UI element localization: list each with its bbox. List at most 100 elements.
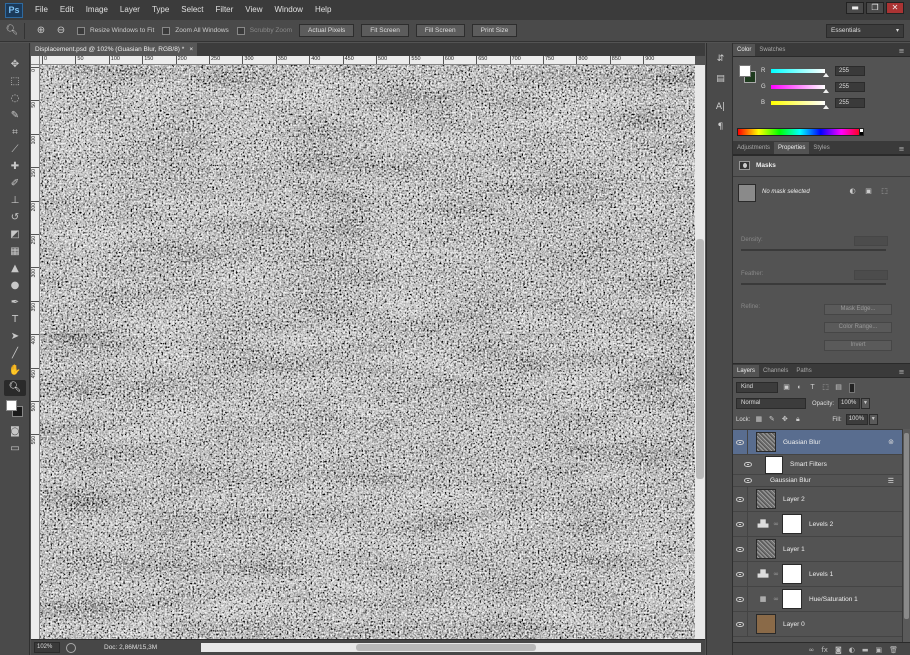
- add-pixel-mask-icon[interactable]: ▣: [863, 187, 874, 197]
- menu-view[interactable]: View: [239, 0, 268, 20]
- layer-row-layer-0[interactable]: Layer 0: [733, 612, 902, 637]
- green-slider[interactable]: [771, 85, 825, 89]
- add-mask-icon[interactable]: ◙: [835, 646, 842, 654]
- layer-row-levels-1[interactable]: ▟▙ ∞ Levels 1: [733, 562, 902, 587]
- restore-button[interactable]: ❐: [866, 2, 884, 14]
- layer-name[interactable]: Guasian Blur: [783, 439, 821, 446]
- horizontal-scrollbar[interactable]: [201, 643, 701, 652]
- blue-slider[interactable]: [771, 101, 825, 105]
- layer-name[interactable]: Levels 1: [809, 571, 833, 578]
- close-button[interactable]: ✕: [886, 2, 904, 14]
- character-panel-icon[interactable]: A|: [711, 99, 730, 115]
- blend-mode-select[interactable]: Normal: [736, 398, 806, 409]
- document-tab[interactable]: Displacement.psd @ 102% (Guasian Blur, R…: [31, 43, 198, 56]
- blur-tool-icon[interactable]: ▲: [4, 261, 26, 277]
- tab-channels[interactable]: Channels: [759, 365, 792, 377]
- scrollbar-thumb[interactable]: [356, 644, 536, 651]
- tab-styles[interactable]: Styles: [809, 142, 833, 154]
- dodge-tool-icon[interactable]: ●: [4, 278, 26, 294]
- slider-thumb[interactable]: [823, 73, 829, 77]
- new-adjustment-icon[interactable]: ◐: [849, 646, 855, 654]
- quick-mask-icon[interactable]: ◙: [4, 424, 26, 440]
- menu-file[interactable]: File: [29, 0, 54, 20]
- zoom-tool-icon[interactable]: 🔍︎: [4, 380, 26, 396]
- smart-object-filter-icon[interactable]: ▤: [834, 383, 843, 392]
- type-filter-icon[interactable]: T: [808, 383, 817, 392]
- scrubby-zoom-checkbox[interactable]: Scrubby Zoom: [236, 26, 292, 35]
- document-canvas[interactable]: [40, 65, 695, 639]
- black-white-ramp[interactable]: [859, 128, 864, 136]
- lasso-tool-icon[interactable]: ◌: [4, 91, 26, 107]
- add-vector-mask-icon[interactable]: ⬚: [879, 187, 890, 197]
- paragraph-panel-icon[interactable]: ¶: [711, 119, 730, 135]
- fit-screen-button[interactable]: Fit Screen: [361, 24, 409, 37]
- visibility-eye-icon[interactable]: [733, 452, 763, 477]
- history-brush-tool-icon[interactable]: ↺: [4, 210, 26, 226]
- menu-layer[interactable]: Layer: [114, 0, 146, 20]
- slider-thumb[interactable]: [823, 105, 829, 109]
- color-spectrum[interactable]: [737, 128, 863, 136]
- menu-image[interactable]: Image: [80, 0, 114, 20]
- path-selection-tool-icon[interactable]: ➤: [4, 329, 26, 345]
- brush-tool-icon[interactable]: ✐: [4, 176, 26, 192]
- red-value[interactable]: 255: [835, 66, 865, 76]
- status-info-icon[interactable]: [66, 642, 76, 653]
- visibility-eye-icon[interactable]: [733, 537, 747, 562]
- menu-type[interactable]: Type: [146, 0, 175, 20]
- layer-row-layer-1[interactable]: Layer 1: [733, 537, 902, 562]
- gradient-tool-icon[interactable]: ▦: [4, 244, 26, 260]
- layer-row-levels-2[interactable]: ▟▙ ∞ Levels 2: [733, 512, 902, 537]
- menu-window[interactable]: Window: [269, 0, 309, 20]
- visibility-eye-icon[interactable]: [733, 475, 763, 487]
- blue-value[interactable]: 255: [835, 98, 865, 108]
- panel-menu-icon[interactable]: ≡: [897, 368, 906, 377]
- tab-swatches[interactable]: Swatches: [755, 44, 789, 56]
- type-tool-icon[interactable]: T: [4, 312, 26, 328]
- visibility-eye-icon[interactable]: [733, 562, 747, 587]
- delete-layer-icon[interactable]: 🗑︎: [889, 646, 898, 654]
- tab-paths[interactable]: Paths: [792, 365, 815, 377]
- actual-pixels-button[interactable]: Actual Pixels: [299, 24, 355, 37]
- tab-adjustments[interactable]: Adjustments: [733, 142, 774, 154]
- layer-row-hue-saturation-1[interactable]: ▦ ∞ Hue/Saturation 1: [733, 587, 902, 612]
- minimize-button[interactable]: ▬: [846, 2, 864, 14]
- chevron-down-icon[interactable]: ▼: [861, 398, 871, 409]
- screen-mode-icon[interactable]: ▭: [4, 441, 26, 457]
- quick-select-tool-icon[interactable]: ✎: [4, 108, 26, 124]
- opacity-field[interactable]: 100%: [838, 398, 861, 409]
- horizontal-ruler[interactable]: 0 50 100 150 200 250 300 350 400 450 500 550 600 650 7…: [40, 56, 695, 65]
- visibility-eye-icon[interactable]: [733, 430, 747, 455]
- menu-edit[interactable]: Edit: [54, 0, 80, 20]
- crop-tool-icon[interactable]: ⌗: [4, 125, 26, 141]
- panel-foreground-swatch[interactable]: [739, 65, 751, 77]
- visibility-eye-icon[interactable]: [733, 587, 747, 612]
- link-layers-icon[interactable]: ∞: [809, 646, 815, 654]
- scrollbar-thumb[interactable]: [696, 239, 704, 479]
- filter-options-icon[interactable]: ☰: [888, 477, 894, 485]
- panel-menu-icon[interactable]: ≡: [897, 145, 906, 154]
- zoom-level-field[interactable]: 102%: [34, 642, 60, 653]
- workspace-select[interactable]: Essentials ▾: [826, 24, 904, 38]
- lock-pixels-icon[interactable]: ✎: [767, 415, 776, 424]
- visibility-eye-icon[interactable]: [733, 487, 747, 512]
- zoom-in-icon[interactable]: ⊕: [33, 23, 49, 39]
- lock-all-icon[interactable]: 🔒︎: [793, 415, 802, 424]
- panel-menu-icon[interactable]: ≡: [897, 47, 906, 56]
- chevron-down-icon[interactable]: ▼: [868, 414, 878, 425]
- color-swatches[interactable]: [4, 400, 26, 420]
- scrollbar-thumb[interactable]: [904, 433, 909, 619]
- layer-name[interactable]: Hue/Saturation 1: [809, 596, 858, 603]
- eraser-tool-icon[interactable]: ◩: [4, 227, 26, 243]
- document-size-info[interactable]: Doc: 2,86M/15,3M: [104, 644, 157, 651]
- resize-windows-checkbox[interactable]: Resize Windows to Fit: [77, 26, 154, 35]
- new-group-icon[interactable]: ▬: [862, 646, 869, 654]
- clone-stamp-tool-icon[interactable]: ⊥: [4, 193, 26, 209]
- pen-tool-icon[interactable]: ✒: [4, 295, 26, 311]
- layer-style-icon[interactable]: fx: [821, 646, 828, 654]
- green-value[interactable]: 255: [835, 82, 865, 92]
- foreground-color-swatch[interactable]: [6, 400, 17, 411]
- line-tool-icon[interactable]: ╱: [4, 346, 26, 362]
- move-tool-icon[interactable]: ✥: [4, 57, 26, 73]
- link-icon[interactable]: ∞: [772, 520, 780, 528]
- link-icon[interactable]: ∞: [772, 570, 780, 578]
